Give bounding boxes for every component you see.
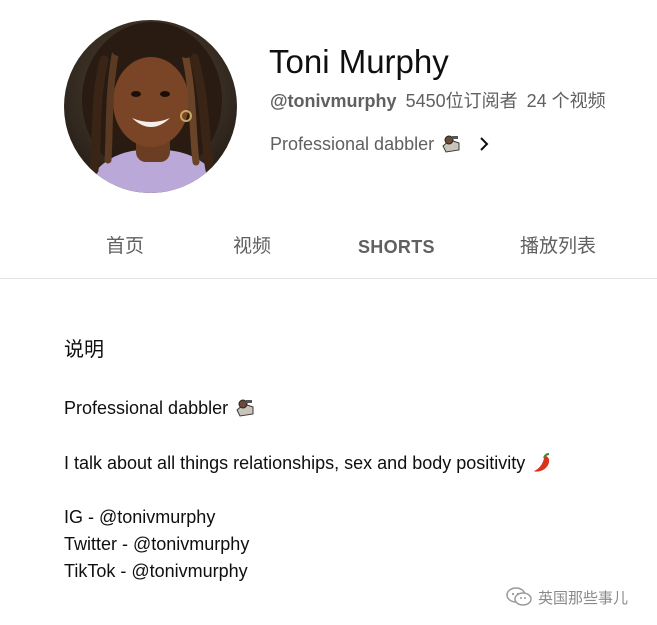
brain-with-tools-icon [440, 134, 462, 154]
channel-name: Toni Murphy [269, 43, 449, 80]
tab-home[interactable]: 首页 [106, 234, 144, 260]
watermark-text: 英国那些事儿 [538, 589, 629, 607]
channel-tagline-link[interactable]: Professional dabbler [270, 131, 490, 157]
about-line-text: Professional dabbler [64, 398, 229, 418]
channel-avatar[interactable] [64, 20, 237, 193]
about-line-tagline: Professional dabbler [64, 396, 256, 420]
channel-handle: @tonivmurphy [270, 91, 397, 111]
channel-page: Toni Murphy @tonivmurphy 5450位订阅者 24 个视频 P… [0, 0, 657, 625]
about-line-tiktok[interactable]: TikTok - @tonivmurphy [64, 559, 248, 583]
brain-with-tools-icon [234, 398, 256, 418]
channel-tagline: Professional dabbler [270, 133, 435, 154]
watermark: 英国那些事儿 [506, 585, 628, 609]
about-line-text: I talk about all things relationships, s… [64, 453, 526, 473]
about-line-twitter[interactable]: Twitter - @tonivmurphy [64, 532, 249, 556]
channel-meta: @tonivmurphy 5450位订阅者 24 个视频 [270, 89, 606, 113]
about-line-topics: I talk about all things relationships, s… [64, 451, 553, 475]
video-count: 24 个视频 [526, 91, 606, 111]
channel-tabs: 首页 视频 SHORTS 播放列表 [0, 224, 657, 279]
avatar-photo [64, 20, 237, 193]
tab-playlists[interactable]: 播放列表 [520, 234, 596, 260]
wechat-logo-icon [506, 587, 532, 607]
subscriber-count: 5450位订阅者 [405, 91, 518, 111]
tab-videos[interactable]: 视频 [233, 234, 271, 260]
chevron-right-icon [478, 136, 490, 152]
chili-pepper-icon [531, 452, 553, 474]
about-title: 说明 [64, 339, 104, 361]
tab-shorts[interactable]: SHORTS [358, 234, 435, 260]
about-line-ig[interactable]: IG - @tonivmurphy [64, 505, 215, 529]
